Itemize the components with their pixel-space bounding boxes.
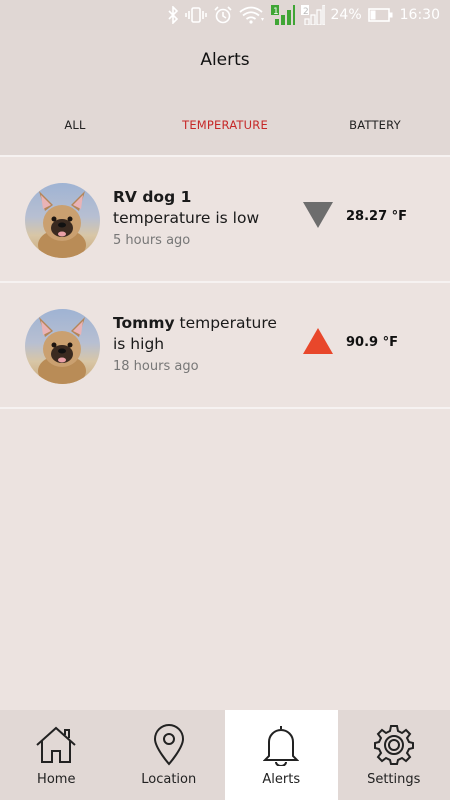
battery-percent: 24% (330, 7, 362, 23)
alarm-icon (213, 6, 233, 24)
gear-icon (373, 724, 415, 766)
battery-icon (367, 7, 394, 23)
signal-sim1-icon: 1 (270, 5, 295, 25)
bluetooth-icon (167, 6, 179, 24)
alert-time: 18 hours ago (113, 359, 199, 374)
wifi-icon (238, 6, 265, 24)
status-bar: 1 2 24% 16:30 (0, 0, 450, 30)
alert-row-tommy[interactable]: Tommy temperature is high 18 hours ago 9… (0, 283, 450, 409)
tab-battery[interactable]: BATTERY (300, 118, 450, 138)
alert-row-rv-dog-1[interactable]: RV dog 1 temperature is low 5 hours ago … (0, 157, 450, 283)
nav-settings-label: Settings (367, 772, 421, 787)
nav-home-label: Home (37, 772, 76, 787)
status-time: 16:30 (399, 7, 440, 23)
bell-icon (263, 724, 300, 766)
location-pin-icon (153, 724, 185, 766)
nav-alerts[interactable]: Alerts (225, 710, 338, 800)
arrow-down-icon (302, 201, 334, 229)
alert-text: RV dog 1 temperature is low 5 hours ago (113, 187, 293, 248)
alert-text: Tommy temperature is high 18 hours ago (113, 313, 293, 374)
temperature-value: 28.27 °F (346, 209, 408, 224)
nav-home[interactable]: Home (0, 710, 113, 800)
bottom-nav: Home Location Alerts Settings (0, 710, 450, 800)
alert-message: RV dog 1 temperature is low (113, 187, 293, 229)
signal-sim2-icon: 2 (300, 5, 325, 25)
dog-avatar (25, 183, 100, 258)
sim2-label: 2 (303, 7, 309, 17)
dog-name: RV dog 1 (113, 188, 192, 206)
tab-all[interactable]: ALL (0, 118, 150, 138)
page-title: Alerts (200, 50, 250, 70)
header: Alerts ALL TEMPERATURE BATTERY (0, 30, 450, 156)
nav-location[interactable]: Location (113, 710, 226, 800)
tab-bar: ALL TEMPERATURE BATTERY (0, 118, 450, 138)
nav-location-label: Location (141, 772, 197, 787)
nav-alerts-label: Alerts (262, 772, 301, 787)
arrow-up-icon (302, 327, 334, 355)
nav-settings[interactable]: Settings (338, 710, 450, 800)
alert-list: RV dog 1 temperature is low 5 hours ago … (0, 157, 450, 409)
tab-temperature[interactable]: TEMPERATURE (150, 118, 300, 138)
alert-message: Tommy temperature is high (113, 313, 293, 355)
temperature-value: 90.9 °F (346, 335, 398, 350)
dog-avatar (25, 309, 100, 384)
dog-name: Tommy (113, 314, 175, 332)
vibrate-icon (184, 6, 207, 24)
alert-description: temperature is low (113, 209, 260, 227)
sim1-label: 1 (273, 7, 279, 17)
alert-time: 5 hours ago (113, 233, 191, 248)
home-icon (35, 724, 77, 766)
